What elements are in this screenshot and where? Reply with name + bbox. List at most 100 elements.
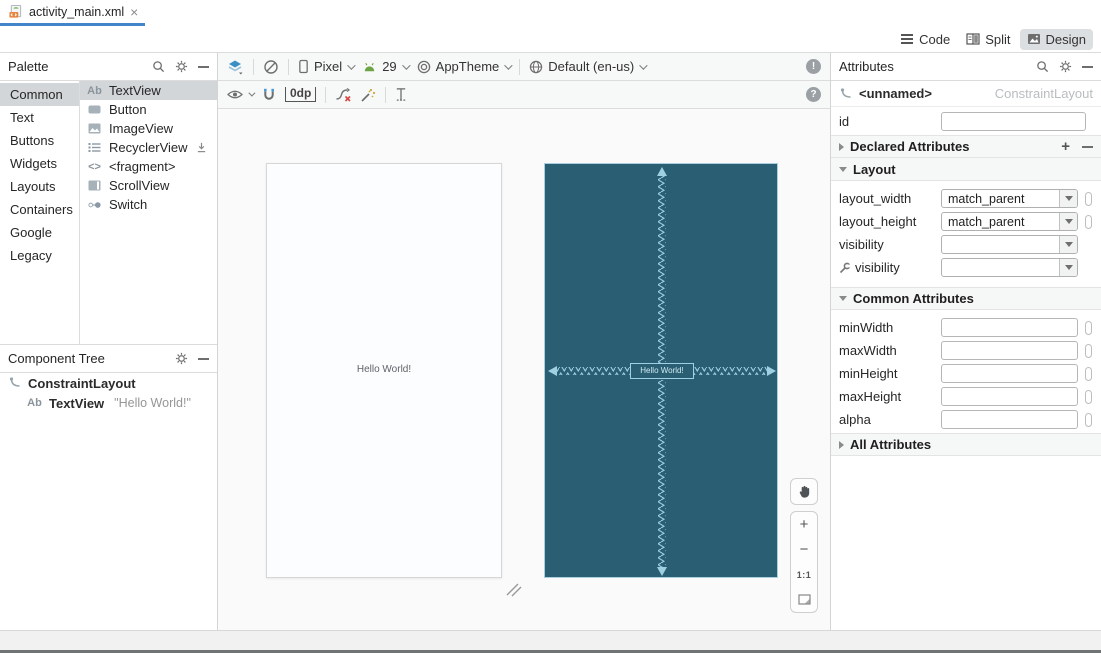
dropdown-arrow-button[interactable] (1059, 213, 1077, 230)
id-row: id (831, 107, 1101, 135)
palette-item-fragment[interactable]: <> <fragment> (80, 157, 217, 176)
tree-item-textview[interactable]: Ab TextView "Hello World!" (0, 393, 217, 413)
palette-category-layouts[interactable]: Layouts (0, 175, 79, 198)
layout-width-dropdown[interactable]: match_parent (941, 189, 1078, 208)
gear-icon[interactable] (1059, 60, 1072, 73)
alpha-input[interactable] (941, 410, 1078, 429)
theme-icon (417, 60, 430, 73)
tools-visibility-dropdown[interactable] (941, 258, 1078, 277)
design-view-button[interactable]: Design (1019, 28, 1093, 50)
palette-category-buttons[interactable]: Buttons (0, 129, 79, 152)
design-toolbar-row2: 0dp ? (218, 81, 830, 109)
device-selector[interactable]: Pixel (298, 59, 356, 74)
search-icon[interactable] (152, 60, 165, 73)
layers-icon (228, 60, 243, 74)
palette-item-switch[interactable]: Switch (80, 195, 217, 214)
infer-constraints-button[interactable] (360, 87, 376, 103)
palette-category-text[interactable]: Text (0, 106, 79, 129)
clear-constraints-button[interactable] (335, 87, 351, 102)
palette-category-google[interactable]: Google (0, 221, 79, 244)
blueprint-view[interactable]: Hello World! (544, 163, 778, 578)
xml-layout-file-icon (9, 4, 22, 18)
component-type: ConstraintLayout (994, 86, 1093, 101)
search-icon[interactable] (1036, 60, 1049, 73)
attr-row-layout-height: layout_height match_parent (831, 210, 1101, 233)
palette-item-scrollview[interactable]: ScrollView (80, 176, 217, 195)
dropdown-arrow-button[interactable] (1059, 190, 1077, 207)
help-icon[interactable]: ? (806, 87, 821, 102)
all-attributes-section[interactable]: All Attributes (831, 433, 1101, 456)
pan-button[interactable] (791, 479, 817, 504)
minwidth-input[interactable] (941, 318, 1078, 337)
dropdown-arrow-button[interactable] (1059, 259, 1077, 276)
download-icon[interactable] (196, 142, 207, 153)
orientation-button[interactable] (263, 59, 279, 75)
warning-icon[interactable]: ! (806, 59, 821, 74)
minheight-input[interactable] (941, 364, 1078, 383)
separator (385, 86, 387, 103)
hide-panel-icon[interactable] (198, 357, 209, 360)
palette-item-textview[interactable]: Ab TextView (80, 81, 217, 100)
autoconnect-button[interactable] (262, 88, 276, 102)
zoom-in-button[interactable]: + (791, 512, 817, 537)
locale-selector[interactable]: Default (en-us) (529, 59, 648, 74)
split-view-button[interactable]: Split (959, 29, 1017, 50)
palette-category-legacy[interactable]: Legacy (0, 244, 79, 267)
palette-item-button[interactable]: Button (80, 100, 217, 119)
declared-attributes-section[interactable]: Declared Attributes + (831, 135, 1101, 158)
id-input[interactable] (941, 111, 1086, 131)
tree-item-constraintlayout[interactable]: ConstraintLayout (0, 373, 217, 393)
add-attribute-button[interactable]: + (1061, 139, 1070, 154)
collapse-arrow-icon (839, 142, 844, 151)
attr-row-minheight: minHeight (831, 362, 1101, 385)
zoom-out-button[interactable]: − (791, 537, 817, 562)
palette-item-recyclerview[interactable]: RecyclerView (80, 138, 217, 157)
visibility-dropdown[interactable] (941, 235, 1078, 254)
maxwidth-input[interactable] (941, 341, 1078, 360)
guidelines-button[interactable] (395, 87, 407, 102)
hide-panel-icon[interactable] (1082, 65, 1093, 68)
api-selector[interactable]: 29 (362, 59, 411, 74)
view-options-button[interactable] (227, 59, 244, 75)
theme-selector[interactable]: AppTheme (417, 59, 513, 74)
remove-attribute-button[interactable] (1082, 145, 1093, 148)
dropdown-arrow-button[interactable] (1059, 236, 1077, 253)
section-title: All Attributes (850, 437, 932, 452)
button-icon (86, 105, 103, 114)
resize-handle[interactable] (505, 581, 522, 597)
layout-section[interactable]: Layout (831, 158, 1101, 181)
chevron-down-icon (248, 89, 256, 97)
design-textview[interactable]: Hello World! (267, 364, 501, 375)
phone-icon (299, 59, 308, 74)
attributes-panel: Attributes <unnamed> ConstraintLayout id… (830, 53, 1101, 630)
maxheight-input[interactable] (941, 387, 1078, 406)
zoom-ratio-button[interactable]: 1:1 (791, 562, 817, 587)
blueprint-textview[interactable]: Hello World! (630, 363, 694, 379)
palette-category-containers[interactable]: Containers (0, 198, 79, 221)
default-margins-button[interactable]: 0dp (285, 86, 317, 102)
code-view-button[interactable]: Code (893, 29, 957, 50)
design-view[interactable]: Hello World! (266, 163, 502, 578)
design-surface[interactable]: Hello World! Hello World! + − 1:1 (218, 109, 830, 630)
switch-icon (86, 201, 103, 209)
orientation-icon (264, 59, 278, 74)
tab-close-icon[interactable]: × (130, 5, 138, 19)
zoom-to-fit-button[interactable] (791, 587, 817, 612)
hide-panel-icon[interactable] (198, 65, 209, 68)
separator (325, 86, 327, 103)
layout-height-dropdown[interactable]: match_parent (941, 212, 1078, 231)
separator (288, 58, 289, 75)
palette-category-widgets[interactable]: Widgets (0, 152, 79, 175)
tab-activity-main-xml[interactable]: activity_main.xml × (0, 0, 145, 26)
attr-row-maxheight: maxHeight (831, 385, 1101, 408)
chevron-down-icon (401, 60, 411, 70)
gear-icon[interactable] (175, 352, 188, 365)
code-icon (901, 38, 914, 40)
common-attributes-section[interactable]: Common Attributes (831, 287, 1101, 310)
section-title: Layout (853, 161, 896, 177)
palette-category-common[interactable]: Common (0, 83, 79, 106)
view-mode-eye-button[interactable] (227, 89, 256, 100)
palette-item-imageview[interactable]: ImageView (80, 119, 217, 138)
editor-mode-bar: Code Split Design (0, 26, 1101, 53)
gear-icon[interactable] (175, 60, 188, 73)
